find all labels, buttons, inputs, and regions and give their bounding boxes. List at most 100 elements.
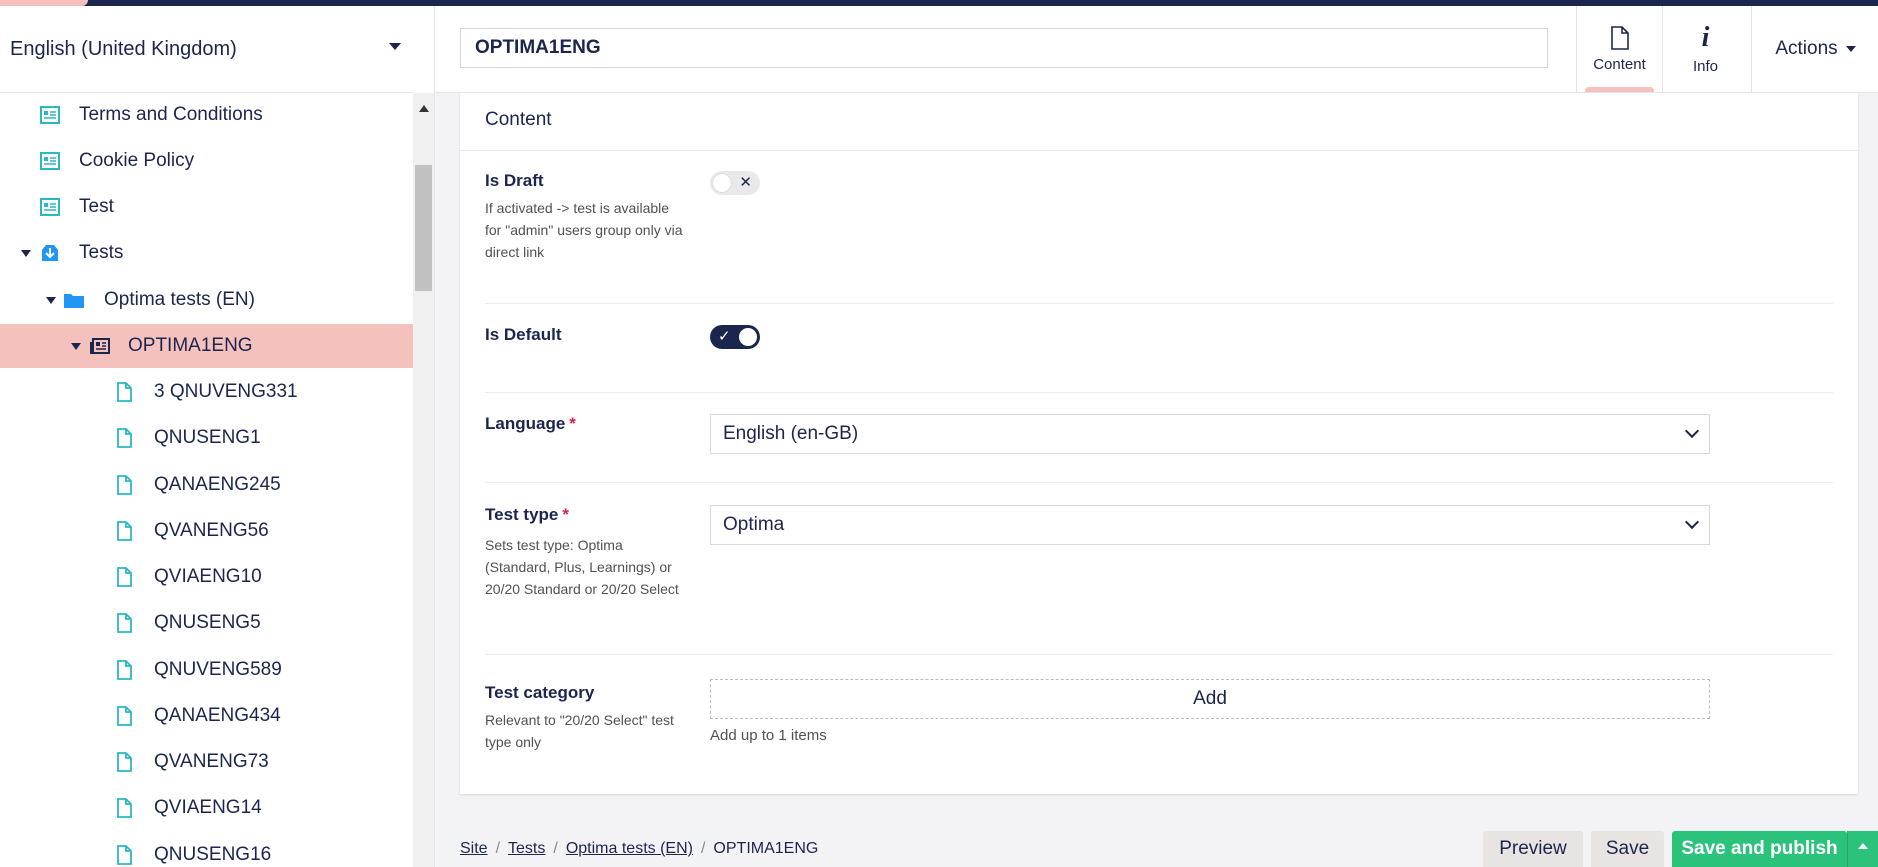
tree-item-label: Terms and Conditions bbox=[79, 104, 263, 125]
property-description: Relevant to "20/20 Select" test type onl… bbox=[485, 712, 674, 750]
tree-item-document[interactable]: QNUSENG16 bbox=[0, 833, 413, 867]
info-icon: i bbox=[1701, 21, 1710, 53]
tree-item-document[interactable]: QNUSENG5 bbox=[0, 601, 413, 645]
tree-item-label: QNUVENG589 bbox=[154, 659, 282, 680]
property-label-text: Test type bbox=[485, 505, 559, 524]
tree-item-cookie-policy[interactable]: Cookie Policy bbox=[0, 139, 413, 183]
document-icon bbox=[117, 521, 132, 541]
node-name-input[interactable] bbox=[460, 28, 1548, 68]
breadcrumb-separator: / bbox=[495, 840, 501, 857]
expand-caret-icon[interactable] bbox=[21, 250, 31, 257]
tree-item-optima1eng[interactable]: OPTIMA1ENG bbox=[0, 324, 413, 368]
expand-caret-icon[interactable] bbox=[46, 297, 56, 304]
editor-footer: Site / Tests / Optima tests (EN) / OPTIMA1ENG … bbox=[435, 820, 1878, 867]
required-mark: * bbox=[569, 414, 576, 433]
expand-caret-icon[interactable] bbox=[71, 343, 81, 350]
property-label: Language * bbox=[485, 414, 576, 434]
tab-label: Content bbox=[1593, 55, 1646, 73]
property-label: Test category bbox=[485, 683, 595, 702]
save-button[interactable]: Save bbox=[1591, 831, 1664, 867]
add-label: Add bbox=[1193, 688, 1227, 709]
property-test-type: Test type * Sets test type: Optima (Stand… bbox=[485, 505, 1833, 655]
is-draft-toggle[interactable]: ✕ bbox=[710, 171, 760, 195]
tree-item-test[interactable]: Test bbox=[0, 185, 413, 229]
tree-item-label: Test bbox=[79, 196, 114, 217]
property-language: Language * English (en-GB) bbox=[485, 414, 1833, 483]
tree-item-label: QVIAENG14 bbox=[154, 797, 262, 818]
document-icon bbox=[1610, 25, 1629, 50]
tree-item-document[interactable]: QNUSENG1 bbox=[0, 416, 413, 460]
preview-button[interactable]: Preview bbox=[1483, 831, 1583, 867]
tab-info[interactable]: i Info bbox=[1662, 6, 1748, 92]
language-select[interactable]: English (en-GB) bbox=[710, 414, 1710, 454]
document-icon bbox=[117, 660, 132, 680]
content-tree: Terms and Conditions Cookie Policy Test bbox=[0, 93, 413, 867]
tree-item-label: QANAENG434 bbox=[154, 705, 281, 726]
test-type-select-value: Optima bbox=[723, 514, 785, 535]
property-test-category: Test category Relevant to "20/20 Select"… bbox=[485, 679, 1833, 773]
scroll-up-arrow-icon[interactable] bbox=[419, 105, 429, 112]
tree-item-document[interactable]: QVANENG73 bbox=[0, 740, 413, 784]
property-label: Test type * bbox=[485, 505, 569, 525]
active-tab-indicator bbox=[1585, 87, 1654, 92]
check-icon: ✓ bbox=[718, 328, 731, 345]
toggle-knob bbox=[713, 174, 731, 192]
breadcrumb-link-site[interactable]: Site bbox=[460, 840, 488, 857]
tree-item-label: QNUSENG5 bbox=[154, 612, 261, 633]
tree-item-label: QNUSENG16 bbox=[154, 844, 272, 865]
property-description: If activated -> test is available for "a… bbox=[485, 200, 683, 260]
breadcrumb: Site / Tests / Optima tests (EN) / OPTIMA1ENG bbox=[460, 840, 818, 858]
chevron-down-icon bbox=[1684, 423, 1700, 439]
breadcrumb-link-optima-tests[interactable]: Optima tests (EN) bbox=[566, 840, 693, 857]
tree-item-optima-tests-en[interactable]: Optima tests (EN) bbox=[0, 278, 413, 322]
language-selector-value: English (United Kingdom) bbox=[10, 37, 237, 60]
test-type-select[interactable]: Optima bbox=[710, 505, 1710, 545]
property-label: Is Draft bbox=[485, 171, 544, 190]
chevron-down-icon bbox=[1684, 514, 1700, 530]
tree-item-label: QANAENG245 bbox=[154, 474, 281, 495]
tree-item-document[interactable]: QVIAENG14 bbox=[0, 786, 413, 830]
tab-content[interactable]: Content bbox=[1576, 6, 1662, 92]
save-label: Save bbox=[1605, 838, 1650, 859]
tree-item-document[interactable]: QANAENG245 bbox=[0, 463, 413, 507]
tree-item-label: 3 QNUVENG331 bbox=[154, 381, 298, 402]
document-icon bbox=[117, 752, 132, 772]
tree-item-label: Optima tests (EN) bbox=[104, 289, 255, 310]
tree-item-document[interactable]: QVIAENG10 bbox=[0, 555, 413, 599]
actions-label: Actions bbox=[1775, 38, 1838, 59]
content-group-header: Content bbox=[460, 93, 1858, 151]
tree-item-document[interactable]: QANAENG434 bbox=[0, 694, 413, 738]
newspaper-icon bbox=[90, 338, 110, 354]
tree-item-terms-and-conditions[interactable]: Terms and Conditions bbox=[0, 93, 413, 137]
inbox-icon bbox=[42, 245, 58, 261]
property-description: Sets test type: Optima (Standard, Plus, … bbox=[485, 537, 679, 597]
add-limit-hint: Add up to 1 items bbox=[710, 727, 827, 744]
document-icon bbox=[117, 613, 132, 633]
document-list-icon bbox=[40, 106, 60, 124]
preview-label: Preview bbox=[1499, 838, 1567, 859]
actions-button[interactable]: Actions bbox=[1751, 6, 1878, 92]
breadcrumb-link-tests[interactable]: Tests bbox=[508, 840, 545, 857]
document-icon bbox=[117, 798, 132, 818]
close-icon: ✕ bbox=[739, 174, 752, 191]
save-and-publish-button[interactable]: Save and publish bbox=[1672, 831, 1847, 867]
save-and-publish-label: Save and publish bbox=[1681, 838, 1838, 859]
publish-options-button[interactable] bbox=[1847, 831, 1878, 867]
tree-item-document[interactable]: QNUVENG589 bbox=[0, 648, 413, 692]
document-list-icon bbox=[40, 198, 60, 216]
required-mark: * bbox=[562, 505, 569, 524]
tree-item-document[interactable]: QVANENG56 bbox=[0, 509, 413, 553]
language-selector[interactable]: English (United Kingdom) bbox=[0, 6, 413, 93]
tree-item-label: Tests bbox=[79, 242, 124, 263]
tree-scrollbar[interactable] bbox=[413, 93, 434, 867]
tree-item-label: QVANENG56 bbox=[154, 520, 269, 541]
add-category-button[interactable]: Add bbox=[710, 679, 1710, 719]
document-icon bbox=[117, 706, 132, 726]
tree-item-document[interactable]: 3 QNUVENG331 bbox=[0, 370, 413, 414]
is-default-toggle[interactable]: ✓ bbox=[710, 325, 760, 349]
scrollbar-thumb[interactable] bbox=[415, 165, 432, 291]
content-group-card: Content Is Draft If activated -> test is… bbox=[460, 93, 1858, 794]
breadcrumb-separator: / bbox=[553, 840, 558, 857]
tree-item-tests[interactable]: Tests bbox=[0, 231, 413, 275]
folder-icon bbox=[64, 294, 84, 308]
